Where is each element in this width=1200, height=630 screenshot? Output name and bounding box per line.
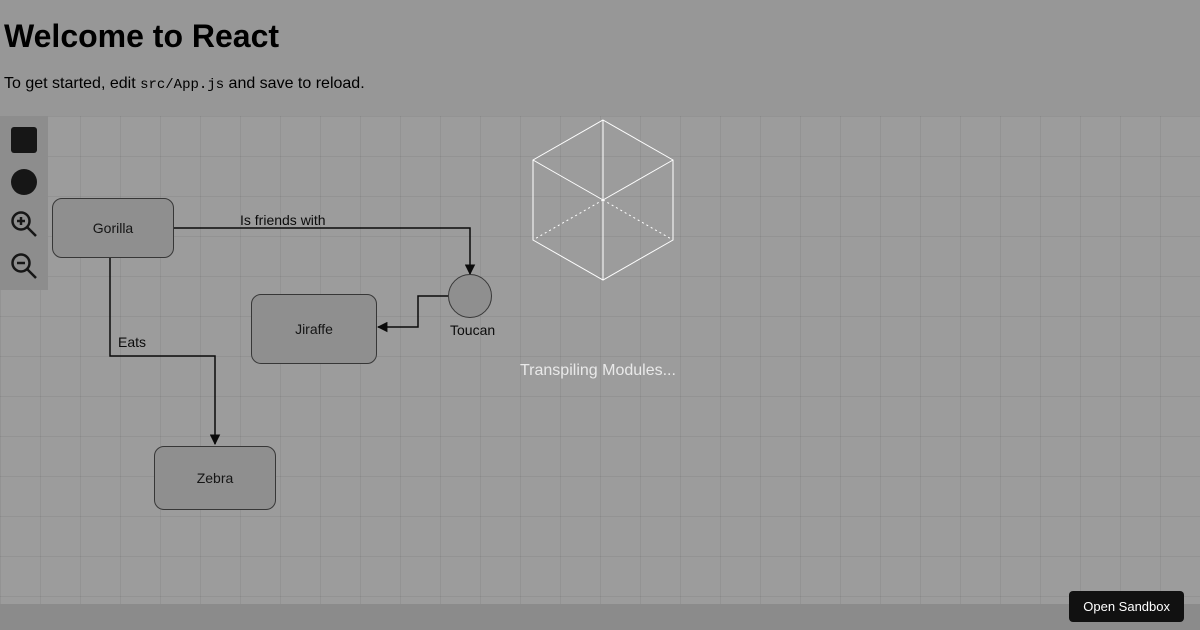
node-jiraffe[interactable]: Jiraffe	[251, 294, 377, 364]
node-label: Jiraffe	[295, 321, 333, 337]
edge-gorilla-zebra	[110, 258, 215, 444]
edge-label-friends: Is friends with	[240, 212, 326, 228]
zoom-in-tool[interactable]	[6, 206, 42, 242]
intro-text: To get started, edit src/App.js and save…	[0, 55, 1200, 93]
edge-toucan-jiraffe	[378, 296, 448, 327]
circle-shape-tool[interactable]	[6, 164, 42, 200]
page-title: Welcome to React	[0, 0, 1200, 55]
node-gorilla[interactable]: Gorilla	[52, 198, 174, 258]
intro-prefix: To get started, edit	[4, 75, 140, 92]
footer-strip	[0, 604, 1200, 630]
node-toucan-label: Toucan	[450, 322, 495, 338]
intro-suffix: and save to reload.	[224, 75, 365, 92]
node-toucan[interactable]	[448, 274, 492, 318]
intro-code: src/App.js	[140, 77, 224, 93]
shape-toolbar	[0, 116, 48, 290]
edge-gorilla-toucan	[174, 228, 470, 274]
cube-icon	[528, 115, 678, 285]
zoom-out-tool[interactable]	[6, 248, 42, 284]
status-text: Transpiling Modules...	[520, 362, 676, 380]
open-sandbox-button[interactable]: Open Sandbox	[1069, 591, 1184, 622]
square-shape-tool[interactable]	[6, 122, 42, 158]
node-label: Zebra	[197, 470, 234, 486]
edge-label-eats: Eats	[118, 334, 146, 350]
node-zebra[interactable]: Zebra	[154, 446, 276, 510]
node-label: Gorilla	[93, 220, 133, 236]
